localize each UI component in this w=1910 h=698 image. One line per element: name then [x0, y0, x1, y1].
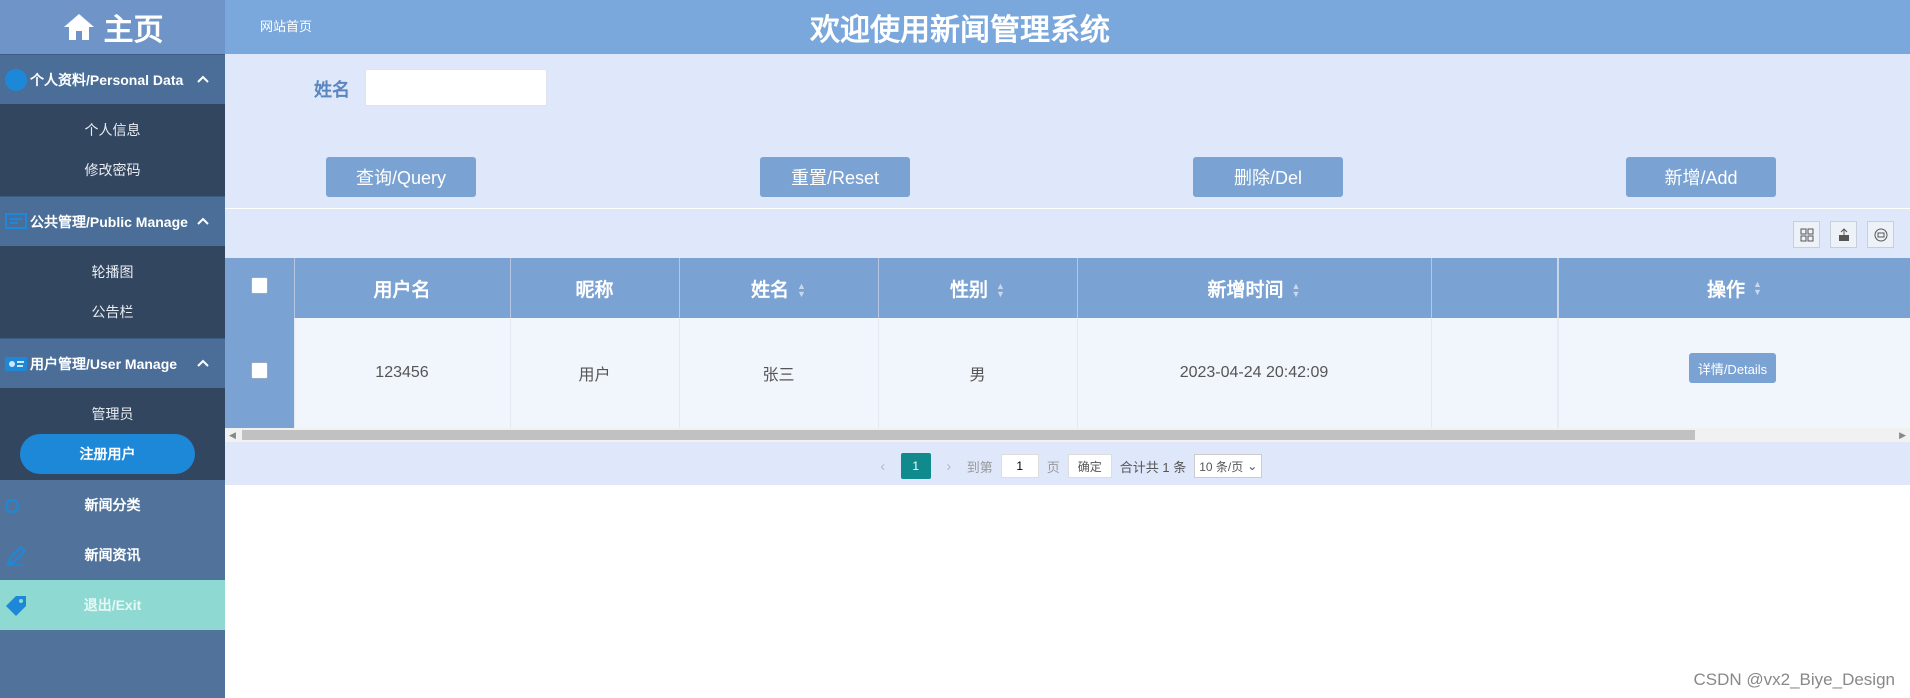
page-current[interactable]: 1 — [900, 453, 931, 479]
sidebar-group-personal[interactable]: 个人资料/Personal Data — [0, 54, 225, 104]
reset-button[interactable]: 重置/Reset — [760, 157, 910, 197]
sidebar-group-public-items: 轮播图 公告栏 — [0, 246, 225, 338]
sidebar-group-user-items: 管理员 注册用户 — [0, 388, 225, 480]
cell-name: 张三 — [679, 318, 879, 428]
cell-username: 123456 — [294, 318, 511, 428]
prev-page-icon[interactable]: ‹ — [873, 458, 893, 475]
details-button[interactable]: 详情/Details — [1689, 353, 1776, 383]
column-header-name[interactable]: 姓名 ▲ ▼ — [679, 258, 879, 318]
column-header-operation: 操作 ▲ ▼ — [1557, 258, 1910, 318]
chevron-down-icon: ⌄ — [1247, 459, 1258, 473]
sidebar-group-label: 公共管理/Public Manage — [30, 213, 188, 230]
monitor-icon — [4, 210, 28, 234]
watermark: CSDN @vx2_Biye_Design — [1693, 670, 1895, 689]
query-button[interactable]: 查询/Query — [326, 157, 476, 197]
sidebar: 主页 个人资料/Personal Data 个人信息 修改密码 公共管理/Pub… — [0, 0, 225, 698]
next-page-icon[interactable]: › — [939, 458, 959, 475]
sort-icon[interactable]: ▲ ▼ — [996, 282, 1005, 299]
column-header-username: 用户名 — [294, 258, 511, 318]
table-panel: 用户名 昵称 姓名 ▲ ▼ 性别 ▲ ▼ 新增时间 ▲ ▼ 123456 用户 张三 男 — [225, 209, 1910, 485]
page-size-select[interactable]: 10 条/页 ⌄ — [1194, 454, 1263, 478]
name-filter-input[interactable] — [365, 69, 547, 106]
scrollbar-thumb[interactable] — [242, 430, 1695, 440]
sidebar-item-label: 退出/Exit — [83, 597, 142, 613]
sort-icon[interactable]: ▲ ▼ — [797, 282, 806, 299]
sidebar-group-label: 用户管理/User Manage — [30, 355, 178, 372]
name-filter-label: 姓名 — [314, 80, 350, 100]
export-icon[interactable] — [1830, 221, 1857, 248]
home-logo[interactable]: 主页 — [0, 0, 225, 54]
pencil-icon — [6, 545, 27, 566]
select-all-checkbox[interactable] — [250, 276, 268, 294]
chevron-up-icon — [197, 75, 209, 83]
top-header: 网站首页 欢迎使用新闻管理系统 — [225, 0, 1910, 54]
settings-icon — [5, 499, 19, 513]
scroll-right-icon[interactable]: ▶ — [1899, 430, 1906, 441]
cell-operation: 详情/Details — [1557, 318, 1910, 428]
sidebar-group-personal-items: 个人信息 修改密码 — [0, 104, 225, 196]
id-card-icon — [4, 352, 28, 376]
sidebar-item-carousel[interactable]: 轮播图 — [0, 252, 225, 292]
columns-filter-icon[interactable] — [1793, 221, 1820, 248]
sidebar-item-change-password[interactable]: 修改密码 — [0, 150, 225, 190]
sidebar-item-news-category[interactable]: 新闻分类 — [0, 480, 225, 530]
goto-confirm-button[interactable]: 确定 — [1067, 454, 1112, 478]
user-table: 用户名 昵称 姓名 ▲ ▼ 性别 ▲ ▼ 新增时间 ▲ ▼ 123456 用户 张三 男 — [225, 258, 1711, 428]
home-icon — [63, 14, 94, 40]
sidebar-item-personal-info[interactable]: 个人信息 — [0, 110, 225, 150]
row-select-cell — [225, 318, 295, 428]
sidebar-item-notice[interactable]: 公告栏 — [0, 292, 225, 332]
sort-icon[interactable]: ▲ ▼ — [1292, 282, 1301, 299]
row-checkbox[interactable] — [250, 362, 268, 379]
search-panel: 姓名 查询/Query 重置/Reset 删除/Del 新增/Add — [225, 54, 1910, 208]
pagination: ‹ 1 › 到第 页 确定 合计共 1 条 10 条/页⌄ — [225, 452, 1910, 480]
sidebar-item-label: 新闻分类 — [84, 497, 141, 513]
page-unit-label: 页 — [1046, 459, 1060, 475]
user-circle-icon — [4, 68, 28, 92]
goto-label: 到第 — [966, 459, 993, 475]
chevron-up-icon — [197, 217, 209, 225]
cell-gender: 男 — [878, 318, 1078, 428]
sidebar-item-label: 新闻资讯 — [84, 547, 141, 563]
column-header-nickname: 昵称 — [510, 258, 680, 318]
chevron-up-icon — [197, 359, 209, 367]
table-row: 123456 用户 张三 男 2023-04-24 20:42:09 202 — [225, 318, 1711, 428]
total-count: 合计共 1 条 — [1119, 459, 1187, 475]
cell-nickname: 用户 — [510, 318, 680, 428]
horizontal-scrollbar[interactable]: ◀ ▶ — [225, 428, 1910, 442]
sidebar-group-public[interactable]: 公共管理/Public Manage — [0, 196, 225, 246]
home-label: 主页 — [103, 14, 164, 47]
sidebar-group-user[interactable]: 用户管理/User Manage — [0, 338, 225, 388]
page-title: 欢迎使用新闻管理系统 — [810, 14, 1110, 47]
app-root: 主页 个人资料/Personal Data 个人信息 修改密码 公共管理/Pub… — [0, 0, 1910, 698]
sidebar-item-admin[interactable]: 管理员 — [0, 394, 225, 434]
table-toolbar — [1793, 221, 1894, 248]
data-table: 用户名 昵称 姓名 ▲ ▼ 性别 ▲ ▼ 新增时间 ▲ ▼ 123456 用户 张三 男 — [225, 258, 1910, 428]
goto-page-input[interactable] — [1000, 454, 1039, 478]
sort-icon[interactable]: ▲ ▼ — [1753, 280, 1762, 297]
column-header-gender[interactable]: 性别 ▲ ▼ — [878, 258, 1078, 318]
sidebar-item-exit[interactable]: 退出/Exit — [0, 580, 225, 630]
column-header-created-time[interactable]: 新增时间 ▲ ▼ — [1077, 258, 1432, 318]
sidebar-group-label: 个人资料/Personal Data — [30, 71, 184, 88]
add-button[interactable]: 新增/Add — [1626, 157, 1776, 197]
scroll-left-icon[interactable]: ◀ — [229, 430, 236, 441]
table-header-row: 用户名 昵称 姓名 ▲ ▼ 性别 ▲ ▼ 新增时间 ▲ ▼ — [225, 258, 1711, 318]
cell-created-time: 2023-04-24 20:42:09 — [1077, 318, 1432, 428]
print-icon[interactable] — [1867, 221, 1894, 248]
tag-icon — [6, 596, 26, 616]
sidebar-item-registered-users[interactable]: 注册用户 — [20, 434, 195, 474]
delete-button[interactable]: 删除/Del — [1193, 157, 1343, 197]
sidebar-item-news-info[interactable]: 新闻资讯 — [0, 530, 225, 580]
select-all-cell — [225, 258, 295, 318]
